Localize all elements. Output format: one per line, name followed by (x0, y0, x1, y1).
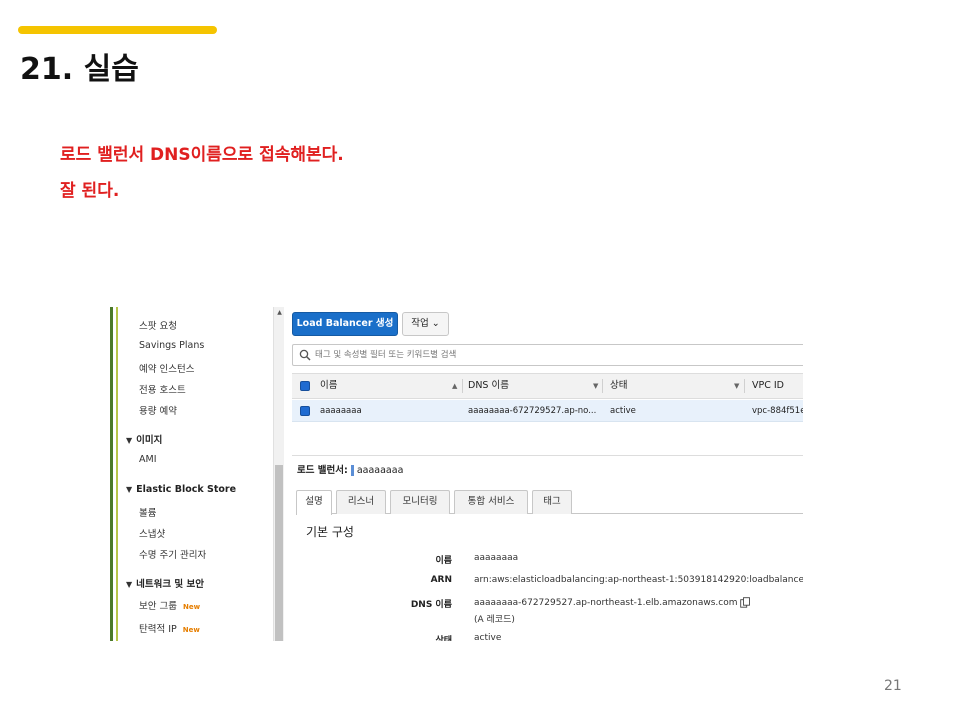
new-badge: New (182, 626, 200, 634)
sidebar-item-dedicated-hosts[interactable]: 전용 호스트 (139, 382, 186, 396)
cell-dns: aaaaaaaa-672729527.ap-no... (468, 406, 597, 416)
copy-icon[interactable] (740, 597, 751, 608)
tab-monitoring[interactable]: 모니터링 (390, 490, 450, 514)
sidebar-section-label: Elastic Block Store (136, 484, 237, 495)
column-header-name[interactable]: 이름 (320, 374, 337, 398)
search-icon (299, 349, 311, 361)
search-box[interactable] (292, 344, 803, 366)
caret-down-icon: ▼ (126, 485, 133, 494)
column-separator (744, 379, 745, 393)
create-load-balancer-button[interactable]: Load Balancer 생성 (292, 312, 398, 336)
column-header-dns[interactable]: DNS 이름 (468, 374, 509, 398)
sort-ascending-icon[interactable]: ▲ (452, 374, 457, 398)
sidebar-item-snapshots[interactable]: 스냅샷 (139, 526, 165, 540)
sidebar-item-label: 보안 그룹 (139, 601, 177, 612)
tab-integrated-services[interactable]: 통합 서비스 (454, 490, 528, 514)
sidebar-item-savings-plans[interactable]: Savings Plans (139, 340, 204, 351)
sidebar: 스팟 요청 Savings Plans 예약 인스턴스 전용 호스트 용량 예약… (110, 307, 273, 641)
sidebar-item-elastic-ip[interactable]: 탄력적 IP New (139, 621, 200, 635)
table-header-row: 이름 ▲ DNS 이름 ▼ 상태 ▼ VPC ID (292, 373, 803, 399)
sidebar-item-spot-requests[interactable]: 스팟 요청 (139, 318, 177, 332)
search-input[interactable] (315, 347, 795, 363)
main-panel: Load Balancer 생성 작업 ⌄ 이름 ▲ DNS 이름 ▼ 상태 ▼… (284, 307, 803, 641)
field-key-state: 상태 (435, 636, 452, 641)
sidebar-item-reserved-instances[interactable]: 예약 인스턴스 (139, 361, 194, 375)
section-title-basic-config: 기본 구성 (306, 525, 354, 539)
field-value-name: aaaaaaaa (474, 553, 519, 563)
cell-vpc: vpc-884f51ef (752, 406, 803, 416)
select-all-checkbox[interactable] (300, 381, 310, 391)
sidebar-section-label: 이미지 (136, 435, 163, 446)
accent-bar (18, 26, 217, 34)
sidebar-section-images[interactable]: ▼ 이미지 (126, 432, 162, 446)
sort-icon[interactable]: ▼ (734, 374, 739, 398)
column-separator (462, 379, 463, 393)
sidebar-item-capacity-reservations[interactable]: 용량 예약 (139, 403, 177, 417)
cell-state: active (610, 406, 636, 416)
field-key-dns: DNS 이름 (410, 600, 452, 610)
aws-console-screenshot: 스팟 요청 Savings Plans 예약 인스턴스 전용 호스트 용량 예약… (110, 307, 803, 641)
new-badge: New (182, 603, 201, 611)
field-value-dns-record-type: (A 레코드) (474, 615, 515, 625)
selected-load-balancer-label: 로드 밸런서: aaaaaaaa (297, 462, 403, 476)
cell-name: aaaaaaaa (320, 406, 362, 416)
row-checkbox[interactable] (300, 406, 310, 416)
detail-tabs: 설명 리스너 모니터링 통합 서비스 태그 (296, 490, 803, 515)
field-value-dns: aaaaaaaa-672729527.ap-northeast-1.elb.am… (474, 597, 751, 608)
column-separator (602, 379, 603, 393)
sidebar-item-label: 탄력적 IP (139, 624, 177, 635)
detail-label-value: aaaaaaaa (356, 465, 404, 476)
sidebar-item-volumes[interactable]: 볼륨 (139, 505, 156, 519)
field-value-arn: arn:aws:elasticloadbalancing:ap-northeas… (474, 575, 803, 585)
table-row[interactable]: aaaaaaaa aaaaaaaa-672729527.ap-no... act… (292, 400, 803, 422)
column-header-vpc[interactable]: VPC ID (752, 374, 784, 398)
actions-button[interactable]: 작업 ⌄ (402, 312, 449, 336)
tab-tags[interactable]: 태그 (532, 490, 572, 514)
sidebar-section-label: 네트워크 및 보안 (136, 579, 204, 590)
sidebar-item-ami[interactable]: AMI (139, 454, 157, 465)
slide-title: 21. 실습 (20, 52, 139, 87)
sort-icon[interactable]: ▼ (593, 374, 598, 398)
caret-down-icon: ▼ (126, 580, 133, 589)
tab-listeners[interactable]: 리스너 (336, 490, 386, 514)
scroll-up-arrow-icon[interactable]: ▲ (275, 308, 284, 317)
detail-label-text: 로드 밸런서: (297, 465, 348, 476)
sidebar-section-network-security[interactable]: ▼ 네트워크 및 보안 (126, 576, 204, 590)
instruction-line-1: 로드 밸런서 DNS이름으로 접속해본다. (60, 145, 344, 165)
scrollbar-thumb[interactable] (275, 465, 283, 641)
instruction-line-2: 잘 된다. (60, 181, 120, 201)
field-key-name: 이름 (435, 556, 452, 566)
sidebar-stripe (116, 307, 118, 641)
sidebar-item-lifecycle-manager[interactable]: 수명 주기 관리자 (139, 547, 206, 561)
sidebar-scrollbar[interactable]: ▲ (273, 307, 284, 641)
sidebar-item-security-groups[interactable]: 보안 그룹 New (139, 598, 200, 612)
tab-description[interactable]: 설명 (296, 490, 332, 515)
caret-down-icon: ▼ (126, 436, 133, 445)
page-number: 21 (884, 678, 902, 694)
field-key-arn: ARN (430, 575, 452, 585)
field-value-state: active (474, 633, 502, 641)
marker-icon (350, 465, 354, 476)
sidebar-section-ebs[interactable]: ▼ Elastic Block Store (126, 484, 236, 495)
column-header-state[interactable]: 상태 (610, 374, 627, 398)
panel-divider[interactable] (292, 455, 803, 456)
dns-value-text[interactable]: aaaaaaaa-672729527.ap-northeast-1.elb.am… (474, 598, 737, 608)
